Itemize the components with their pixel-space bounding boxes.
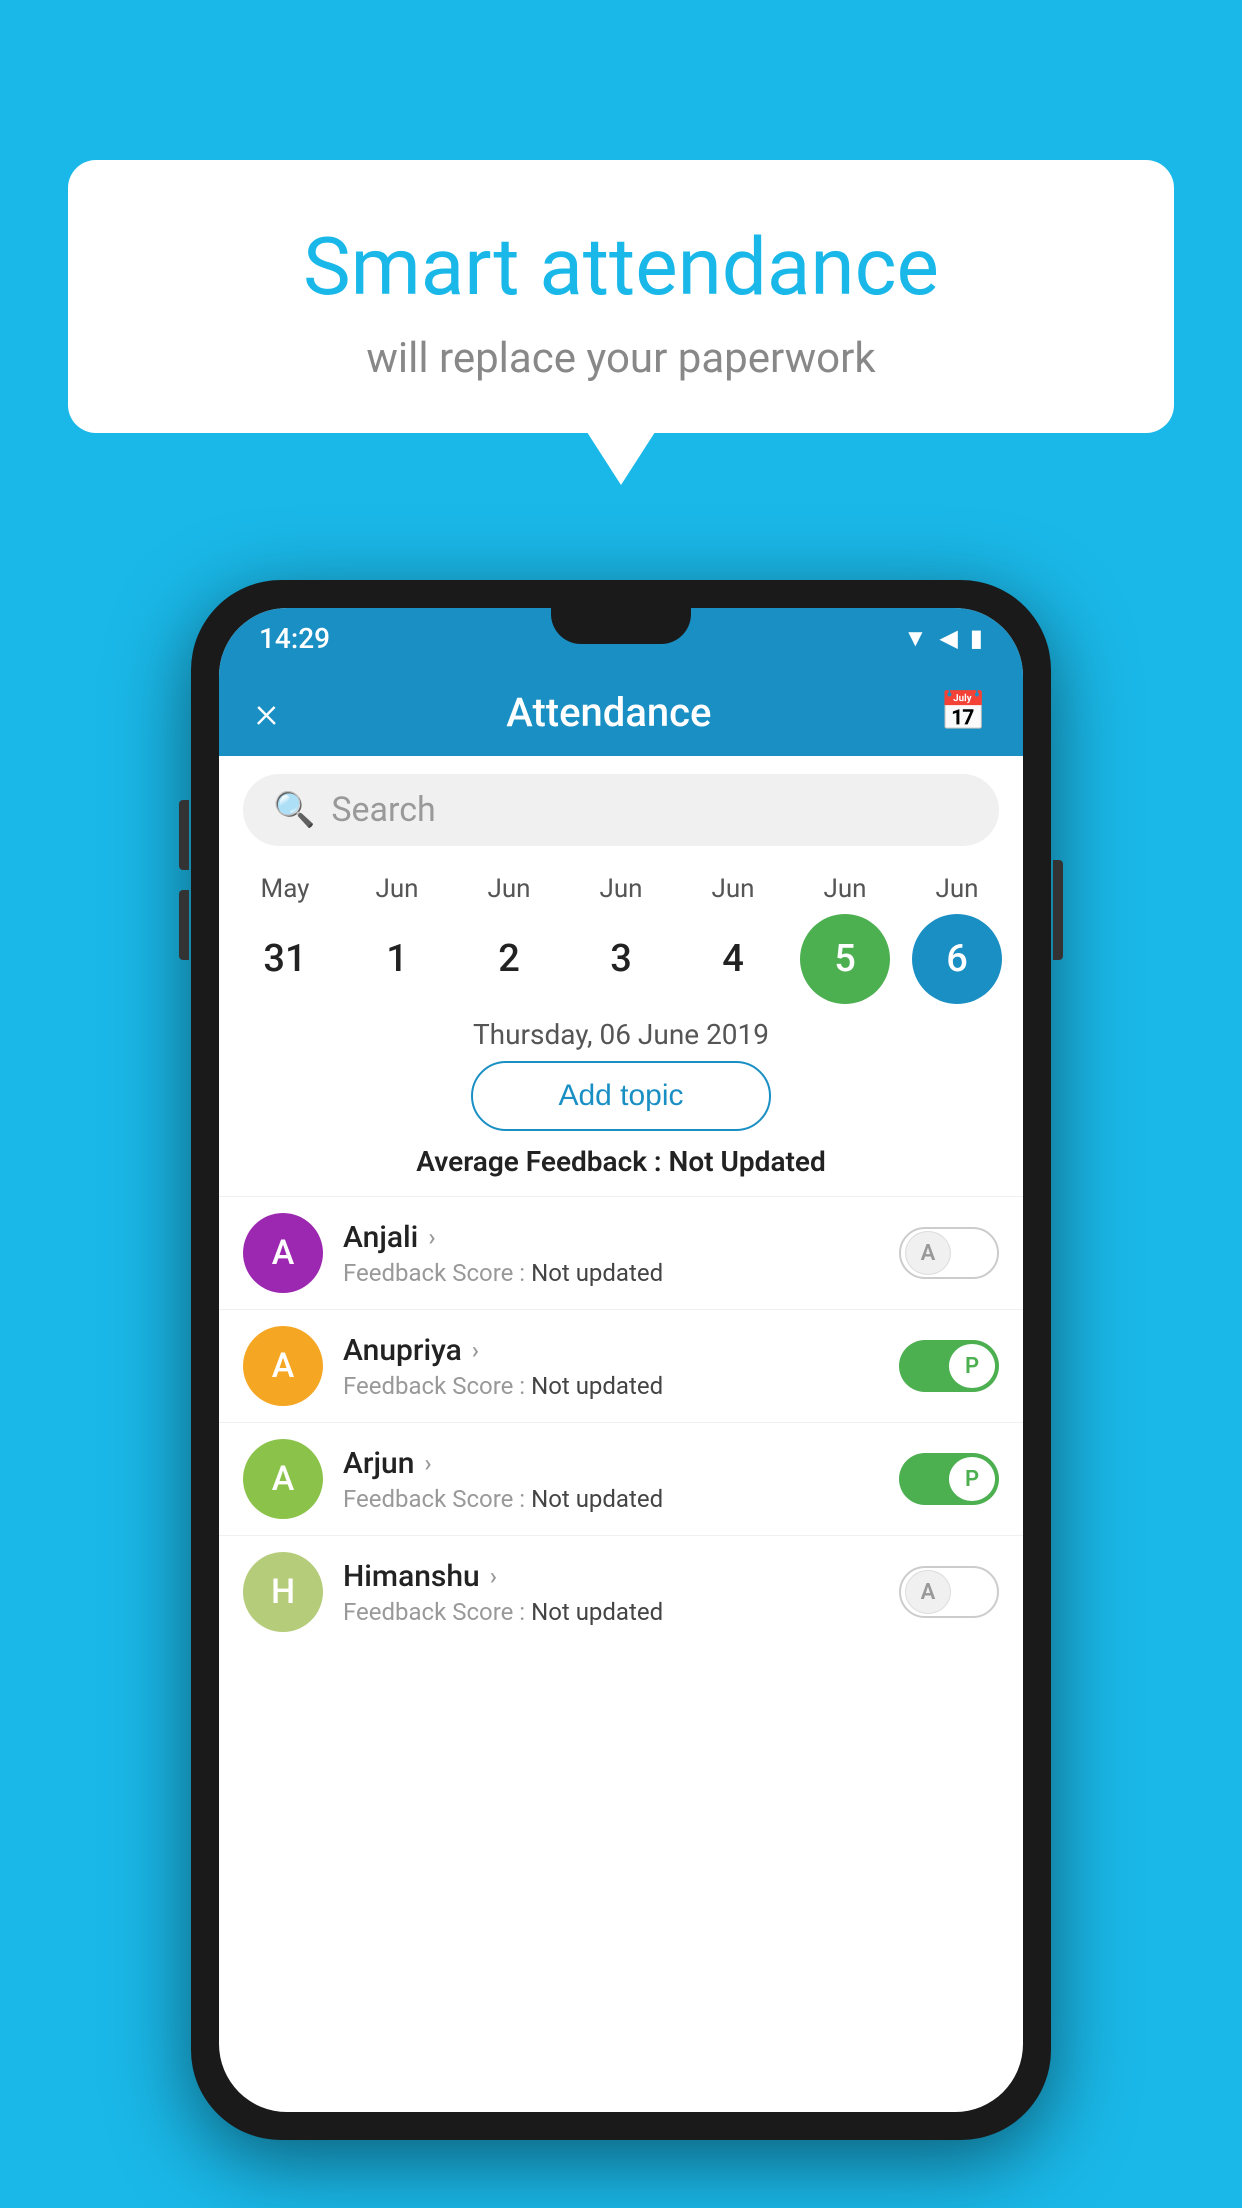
date-col-0[interactable]: May 31 <box>240 874 330 1004</box>
app-title: Attendance <box>506 689 711 736</box>
phone-notch <box>551 608 691 644</box>
date-month: Jun <box>375 874 418 904</box>
student-avatar: A <box>243 1326 323 1406</box>
speech-bubble-title: Smart attendance <box>118 220 1124 314</box>
toggle-knob: P <box>949 1344 995 1388</box>
date-day[interactable]: 2 <box>464 914 554 1004</box>
app-header: × Attendance 📅 <box>219 668 1023 756</box>
student-name[interactable]: Anupriya › <box>343 1333 879 1368</box>
date-month: Jun <box>935 874 978 904</box>
chevron-icon: › <box>424 1449 431 1477</box>
student-info: Arjun › Feedback Score : Not updated <box>343 1446 879 1513</box>
date-month: Jun <box>711 874 754 904</box>
power-button <box>1053 860 1063 960</box>
search-bar[interactable]: 🔍 Search <box>243 774 999 846</box>
student-avatar: A <box>243 1439 323 1519</box>
status-icons: ▼ ◀ ▮ <box>904 624 983 653</box>
student-feedback: Feedback Score : Not updated <box>343 1485 879 1513</box>
student-info: Anjali › Feedback Score : Not updated <box>343 1220 879 1287</box>
date-day[interactable]: 4 <box>688 914 778 1004</box>
student-row: A Anupriya › Feedback Score : Not updated P <box>219 1309 1023 1422</box>
date-col-1[interactable]: Jun 1 <box>352 874 442 1004</box>
status-time: 14:29 <box>259 622 330 655</box>
close-button[interactable]: × <box>255 686 278 738</box>
attendance-toggle[interactable]: A <box>899 1566 999 1618</box>
speech-bubble-container: Smart attendance will replace your paper… <box>68 160 1174 433</box>
chevron-icon: › <box>428 1223 435 1251</box>
search-icon: 🔍 <box>273 790 315 830</box>
speech-bubble-subtitle: will replace your paperwork <box>118 334 1124 383</box>
date-day[interactable]: 3 <box>576 914 666 1004</box>
student-name[interactable]: Himanshu › <box>343 1559 879 1594</box>
student-feedback: Feedback Score : Not updated <box>343 1259 879 1287</box>
vol-down-button <box>179 890 189 960</box>
attendance-toggle[interactable]: P <box>899 1340 999 1392</box>
date-month: Jun <box>487 874 530 904</box>
date-col-6[interactable]: Jun 6 <box>912 874 1002 1004</box>
date-day[interactable]: 5 <box>800 914 890 1004</box>
student-name[interactable]: Anjali › <box>343 1220 879 1255</box>
chevron-icon: › <box>472 1336 479 1364</box>
date-col-4[interactable]: Jun 4 <box>688 874 778 1004</box>
phone-container: 14:29 ▼ ◀ ▮ × Attendance 📅 🔍 Search May 3… <box>191 580 1051 2140</box>
date-col-5[interactable]: Jun 5 <box>800 874 890 1004</box>
phone-screen: 14:29 ▼ ◀ ▮ × Attendance 📅 🔍 Search May 3… <box>219 608 1023 2112</box>
student-avatar: A <box>243 1213 323 1293</box>
vol-up-button <box>179 800 189 870</box>
student-feedback: Feedback Score : Not updated <box>343 1598 879 1626</box>
signal-icon: ◀ <box>939 624 957 652</box>
search-placeholder: Search <box>331 790 435 830</box>
date-col-3[interactable]: Jun 3 <box>576 874 666 1004</box>
student-feedback: Feedback Score : Not updated <box>343 1372 879 1400</box>
student-row: A Anjali › Feedback Score : Not updated A <box>219 1196 1023 1309</box>
student-info: Himanshu › Feedback Score : Not updated <box>343 1559 879 1626</box>
calendar-icon[interactable]: 📅 <box>940 690 987 734</box>
date-col-2[interactable]: Jun 2 <box>464 874 554 1004</box>
student-row: H Himanshu › Feedback Score : Not updated A <box>219 1535 1023 1648</box>
date-month: Jun <box>823 874 866 904</box>
student-info: Anupriya › Feedback Score : Not updated <box>343 1333 879 1400</box>
selected-date: Thursday, 06 June 2019 <box>219 1018 1023 1051</box>
toggle-knob: P <box>949 1457 995 1501</box>
attendance-toggle[interactable]: P <box>899 1453 999 1505</box>
student-row: A Arjun › Feedback Score : Not updated P <box>219 1422 1023 1535</box>
date-month: Jun <box>599 874 642 904</box>
student-name[interactable]: Arjun › <box>343 1446 879 1481</box>
student-avatar: H <box>243 1552 323 1632</box>
battery-icon: ▮ <box>970 624 983 652</box>
student-list: AAnjali ›Feedback Score : Not updatedAAA… <box>219 1196 1023 1648</box>
date-day[interactable]: 31 <box>240 914 330 1004</box>
date-picker: May 31 Jun 1 Jun 2 Jun 3 Jun 4 Jun 5 Jun 6 <box>219 864 1023 1004</box>
chevron-icon: › <box>490 1562 497 1590</box>
date-day[interactable]: 6 <box>912 914 1002 1004</box>
add-topic-button[interactable]: Add topic <box>471 1061 771 1131</box>
avg-feedback: Average Feedback : Not Updated <box>219 1145 1023 1178</box>
date-day[interactable]: 1 <box>352 914 442 1004</box>
phone-frame: 14:29 ▼ ◀ ▮ × Attendance 📅 🔍 Search May 3… <box>191 580 1051 2140</box>
attendance-toggle[interactable]: A <box>899 1227 999 1279</box>
wifi-icon: ▼ <box>904 624 928 653</box>
toggle-knob: A <box>905 1231 951 1275</box>
toggle-knob: A <box>905 1570 951 1614</box>
date-month: May <box>261 874 310 904</box>
